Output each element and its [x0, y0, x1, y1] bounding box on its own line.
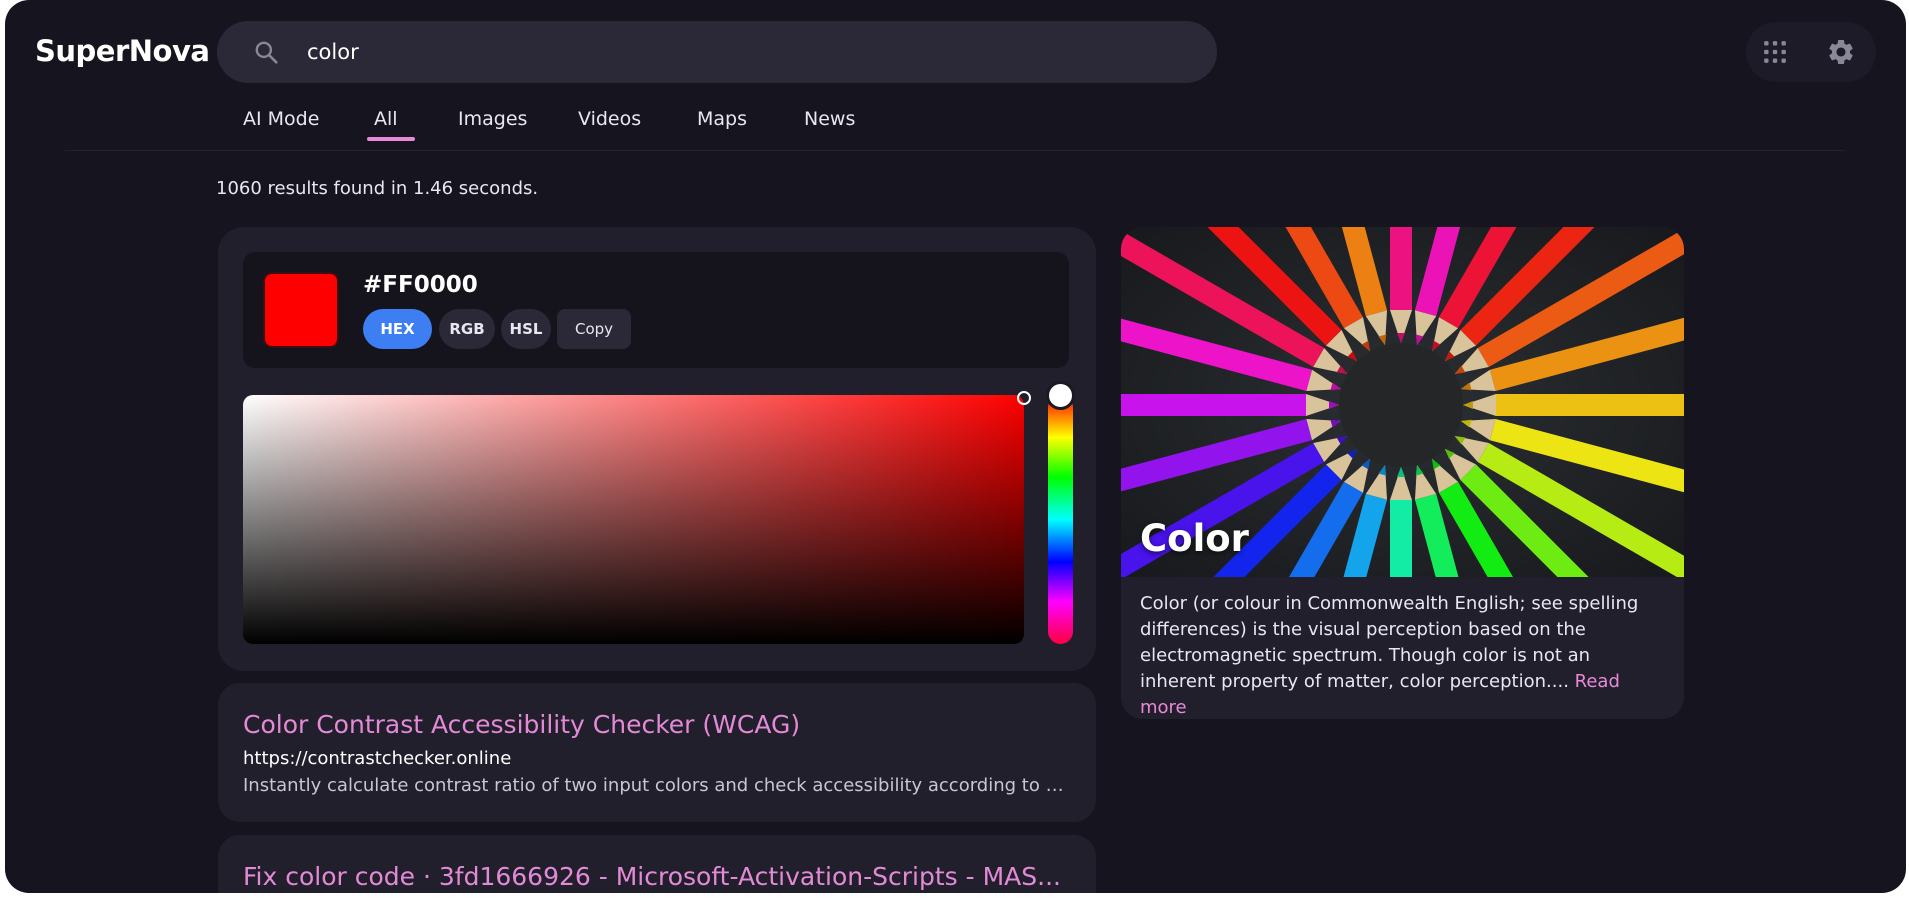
knowledge-panel-text: Color (or colour in Commonwealth English… [1140, 593, 1639, 692]
knowledge-panel-title: Color [1140, 517, 1249, 560]
active-tab-indicator [367, 137, 415, 141]
tab-images[interactable]: Images [458, 108, 527, 130]
tab-videos[interactable]: Videos [578, 108, 641, 130]
color-picker-card: #FF0000 HEX RGB HSL Copy [218, 227, 1096, 671]
knowledge-panel: Color Color (or colour in Commonwealth E… [1121, 227, 1684, 719]
tabs-divider [65, 150, 1845, 151]
app-window: SuperNova AI Mode All Images Videos Maps… [5, 0, 1906, 893]
app-logo[interactable]: SuperNova [35, 34, 210, 68]
search-icon[interactable] [253, 39, 279, 65]
tab-ai-mode[interactable]: AI Mode [243, 108, 319, 130]
result-title-link[interactable]: Fix color code · 3fd1666926 - Microsoft-… [243, 862, 1073, 891]
format-rgb-button[interactable]: RGB [439, 309, 495, 349]
hue-slider[interactable] [1046, 381, 1075, 644]
tab-all[interactable]: All [374, 108, 398, 130]
color-value: #FF0000 [363, 272, 478, 298]
search-input[interactable] [307, 21, 1187, 83]
tab-maps[interactable]: Maps [697, 108, 747, 130]
top-actions [1746, 22, 1876, 82]
color-picker-header: #FF0000 HEX RGB HSL Copy [243, 252, 1069, 368]
hue-slider-thumb[interactable] [1046, 381, 1075, 410]
saturation-value-area[interactable] [243, 391, 1031, 644]
format-hsl-button[interactable]: HSL [501, 309, 551, 349]
result-title-link[interactable]: Color Contrast Accessibility Checker (WC… [243, 710, 1073, 739]
result-snippet: Instantly calculate contrast ratio of tw… [243, 775, 1073, 796]
tab-news[interactable]: News [804, 108, 855, 130]
format-hex-button[interactable]: HEX [363, 309, 432, 349]
color-swatch [263, 272, 339, 348]
result-url[interactable]: https://contrastchecker.online [243, 748, 511, 769]
knowledge-panel-description: Color (or colour in Commonwealth English… [1140, 591, 1665, 719]
search-result: Fix color code · 3fd1666926 - Microsoft-… [218, 835, 1096, 893]
saturation-cursor[interactable] [1017, 391, 1031, 405]
apps-grid-icon[interactable] [1762, 39, 1788, 65]
search-result: Color Contrast Accessibility Checker (WC… [218, 683, 1096, 822]
search-tabs: AI Mode All Images Videos Maps News [5, 102, 1906, 150]
gear-icon[interactable] [1826, 37, 1856, 67]
results-summary: 1060 results found in 1.46 seconds. [216, 178, 539, 199]
search-bar[interactable] [217, 21, 1217, 83]
copy-button[interactable]: Copy [557, 309, 631, 349]
